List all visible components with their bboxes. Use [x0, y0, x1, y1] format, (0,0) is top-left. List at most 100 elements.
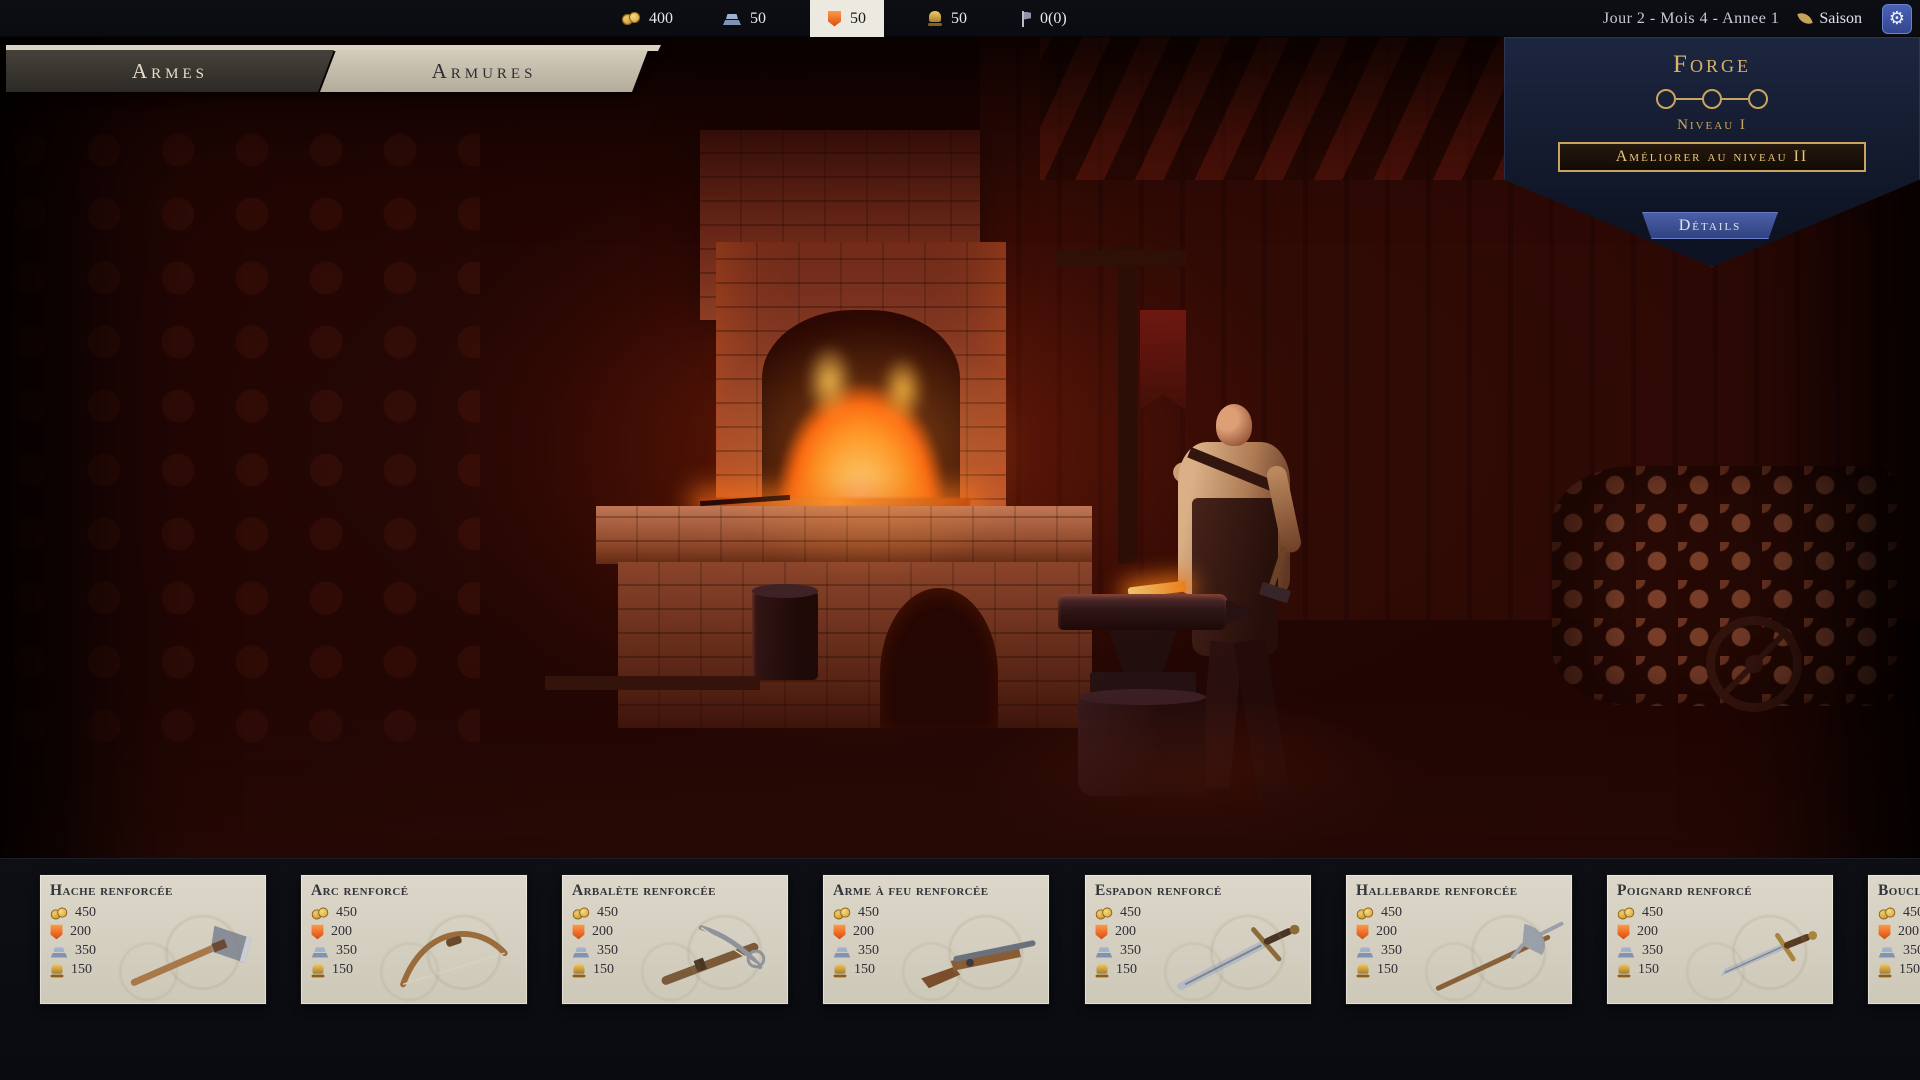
level-pip-link: [1676, 98, 1702, 100]
cost-bell: 150: [332, 962, 353, 978]
banner-icon: [1879, 925, 1891, 940]
coins-icon: [51, 907, 68, 919]
top-bar-right: Jour 2 - Mois 4 - Annee 1 Saison ⚙: [1603, 0, 1912, 37]
item-name: Poignard renforcé: [1607, 875, 1833, 900]
cost-bell: 150: [71, 962, 92, 978]
resource-iron-value: 50: [750, 10, 766, 28]
item-costs: 450 200 350 150: [50, 905, 96, 978]
bell-icon: [928, 11, 942, 26]
item-card-bouclier[interactable]: Bouclier renforcé 450 200 350 150: [1867, 874, 1920, 1005]
resource-standard[interactable]: 0(0): [1011, 0, 1073, 37]
bell-icon: [51, 963, 64, 977]
level-pip: [1748, 89, 1768, 109]
item-name: Espadon renforcé: [1085, 875, 1311, 900]
cost-iron: 350: [858, 943, 879, 959]
tab-armures-label: Armures: [432, 59, 537, 84]
resource-bell-value: 50: [951, 10, 967, 28]
cost-iron: 350: [75, 943, 96, 959]
banner-icon: [312, 925, 324, 940]
cost-gold: 450: [1120, 905, 1141, 921]
halberd-image: [1418, 912, 1570, 1000]
ingot-icon: [834, 945, 851, 957]
ingot-icon: [1618, 945, 1635, 957]
resource-iron[interactable]: 50: [717, 0, 772, 37]
bell-icon: [1096, 963, 1109, 977]
coins-icon: [312, 907, 329, 919]
cost-cloth: 200: [1898, 924, 1919, 940]
bell-icon: [312, 963, 325, 977]
cost-bell: 150: [1116, 962, 1137, 978]
tab-armures[interactable]: Armures: [320, 50, 648, 92]
greatsword-image: [1157, 912, 1309, 1000]
resource-cloth-value: 50: [850, 10, 866, 28]
coins-icon: [622, 12, 640, 25]
banner-icon: [1357, 925, 1369, 940]
resource-gold-value: 400: [649, 10, 673, 28]
level-pip-link: [1722, 98, 1748, 100]
banner-icon: [834, 925, 846, 940]
cost-cloth: 200: [853, 924, 874, 940]
cost-iron: 350: [336, 943, 357, 959]
banner-icon: [1096, 925, 1108, 940]
cost-bell: 150: [854, 962, 875, 978]
resource-bell[interactable]: 50: [922, 0, 973, 37]
coins-icon: [1879, 907, 1896, 919]
bell-icon: [1618, 963, 1631, 977]
item-card-arme-a-feu[interactable]: Arme à feu renforcée 450 200 350 150: [822, 874, 1050, 1005]
item-name: Arc renforcé: [301, 875, 527, 900]
firearm-image: [895, 912, 1047, 1000]
cost-gold: 450: [336, 905, 357, 921]
item-card-poignard[interactable]: Poignard renforcé 450 200 350 150: [1606, 874, 1834, 1005]
cost-iron: 350: [1381, 943, 1402, 959]
banner-icon: [573, 925, 585, 940]
bell-icon: [834, 963, 847, 977]
cost-gold: 450: [1381, 905, 1402, 921]
standard-icon: [1017, 11, 1031, 27]
item-costs: 450 200 350 150: [1356, 905, 1402, 978]
resource-cloth-selected[interactable]: 50: [810, 0, 884, 37]
ingot-icon: [51, 945, 68, 957]
settings-button[interactable]: ⚙: [1882, 4, 1912, 34]
cost-iron: 350: [1642, 943, 1663, 959]
cost-gold: 450: [858, 905, 879, 921]
cost-iron: 350: [1903, 943, 1920, 959]
item-card-hache[interactable]: Hache renforcée 450 200 350 150: [39, 874, 267, 1005]
coins-icon: [573, 907, 590, 919]
cost-cloth: 200: [70, 924, 91, 940]
item-costs: 450 200 350 150: [1617, 905, 1663, 978]
item-card-arc[interactable]: Arc renforcé 450 200 350 150: [300, 874, 528, 1005]
level-label: Niveau I: [1504, 117, 1920, 134]
upgrade-button[interactable]: Améliorer au niveau II: [1558, 142, 1866, 172]
coins-icon: [834, 907, 851, 919]
item-card-arbalete[interactable]: Arbalète renforcée 450 200 350 150: [561, 874, 789, 1005]
cost-cloth: 200: [1376, 924, 1397, 940]
level-pip: [1702, 89, 1722, 109]
banner-icon: [828, 11, 841, 27]
tab-armes[interactable]: Armes: [6, 50, 334, 92]
leaf-icon: [1798, 10, 1813, 26]
ingot-icon: [1879, 945, 1896, 957]
item-card-hallebarde[interactable]: Hallebarde renforcée 450 200 350 150: [1345, 874, 1573, 1005]
season-label: Saison: [1819, 10, 1862, 28]
tab-armes-label: Armes: [132, 59, 208, 84]
cost-cloth: 200: [1637, 924, 1658, 940]
game-date: Jour 2 - Mois 4 - Annee 1: [1603, 10, 1779, 28]
cost-iron: 350: [597, 943, 618, 959]
cost-cloth: 200: [592, 924, 613, 940]
top-bar: 400 50 50 50 0(0) Jour 2 - Mois 4 - Anne…: [0, 0, 1920, 37]
category-tabs: Armes Armures: [6, 50, 648, 92]
banner-icon: [51, 925, 63, 940]
item-card-espadon[interactable]: Espadon renforcé 450 200 350 150: [1084, 874, 1312, 1005]
bell-icon: [1357, 963, 1370, 977]
cost-iron: 350: [1120, 943, 1141, 959]
cost-cloth: 200: [331, 924, 352, 940]
bell-icon: [1879, 963, 1892, 977]
details-button[interactable]: Détails: [1642, 212, 1778, 239]
resource-bar: 400 50 50 50 0(0): [616, 0, 1073, 37]
ingot-icon: [723, 12, 741, 25]
coins-icon: [1096, 907, 1113, 919]
resource-gold[interactable]: 400: [616, 0, 679, 37]
item-costs: 450 200 350 150: [572, 905, 618, 978]
crossbow-image: [634, 912, 786, 1000]
season-indicator[interactable]: Saison: [1799, 10, 1862, 28]
